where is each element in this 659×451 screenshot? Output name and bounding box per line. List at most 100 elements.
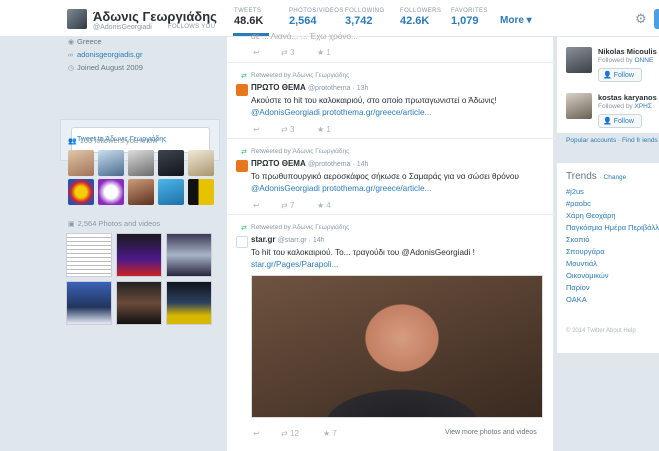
gear-icon[interactable]: ⚙ bbox=[635, 12, 649, 26]
photos-videos-heading[interactable]: ▣ 2,564 Photos and videos bbox=[68, 219, 160, 228]
reply-icon[interactable]: ↩ bbox=[253, 48, 260, 57]
follow-icon: 👤 bbox=[603, 72, 614, 79]
media-thumbnail[interactable] bbox=[166, 233, 212, 277]
suggested-user-name[interactable]: Nikolas Micoulis bbox=[598, 47, 657, 56]
retweet-count: 3 bbox=[289, 125, 295, 134]
trend-item[interactable]: Παρίον bbox=[566, 283, 590, 292]
follower-avatar[interactable] bbox=[68, 179, 94, 205]
tweet-author[interactable]: star.gr @starr.gr · 14h bbox=[251, 235, 325, 244]
footer-links[interactable]: © 2014 Twitter About Help bbox=[566, 328, 636, 334]
profile-name[interactable]: Άδωνις Γεωργιάδης bbox=[93, 9, 217, 24]
view-more-media-link[interactable]: View more photos and videos bbox=[445, 429, 537, 436]
trend-item[interactable]: Χάρη Θεοχάρη bbox=[566, 211, 616, 220]
profile-avatar[interactable] bbox=[67, 9, 87, 29]
follower-avatar[interactable] bbox=[158, 179, 184, 205]
trend-item[interactable]: Μουντιάλ bbox=[566, 259, 597, 268]
trend-item[interactable]: Σκοπιό bbox=[566, 235, 589, 244]
retweeted-by[interactable]: Retweeted by Άδωνις Γεωργιάδης bbox=[251, 224, 349, 231]
profile-handle[interactable]: @AdonisGeorgiadi bbox=[93, 24, 152, 31]
tweet-author[interactable]: ΠΡΩΤΟ ΘΕΜΑ @protothema · 14h bbox=[251, 159, 368, 168]
website[interactable]: ∞ adonisgeorgiadis.gr bbox=[68, 50, 142, 59]
favorite-button[interactable]: ★ 7 bbox=[323, 429, 337, 438]
trends-change-link[interactable]: · Change bbox=[600, 174, 627, 181]
follower-avatar[interactable] bbox=[188, 179, 214, 205]
popular-accounts-links[interactable]: Popular accounts · Find fr iends bbox=[566, 137, 658, 144]
tweet-text: Το πρωθυπουργικό αεροσκάφος σήκωσε ο Σαμ… bbox=[251, 172, 519, 181]
tweet-link[interactable]: @AdonisGeorgiadi protothema.gr/greece/ar… bbox=[251, 107, 551, 119]
follower-avatar[interactable] bbox=[158, 150, 184, 176]
tweet-item[interactable]: ⇄ Retweeted by Άδωνις Γεωργιάδης ΠΡΩΤΟ Θ… bbox=[227, 64, 555, 139]
retweet-count: 7 bbox=[289, 201, 295, 210]
followed-by-name[interactable]: ΧΡΗΣ bbox=[635, 103, 652, 110]
tweet-link[interactable]: star.gr/Pages/Parapoli... bbox=[251, 259, 551, 271]
tweet-avatar[interactable] bbox=[236, 236, 248, 248]
reply-icon[interactable]: ↩ bbox=[253, 125, 260, 134]
trend-item[interactable]: ΟΑΚΑ bbox=[566, 295, 587, 304]
trend-item[interactable]: Σπουργάρα bbox=[566, 247, 605, 256]
retweeted-by[interactable]: Retweeted by Άδωνις Γεωργιάδης bbox=[251, 148, 349, 155]
media-thumbnail[interactable] bbox=[116, 233, 162, 277]
tweet-author[interactable]: ΠΡΩΤΟ ΘΕΜΑ @protothema · 13h bbox=[251, 83, 368, 92]
tweet-photo[interactable] bbox=[251, 275, 543, 418]
author-name: star.gr bbox=[251, 235, 276, 244]
stat-tweets[interactable]: TWEETS 48.6K bbox=[234, 8, 263, 27]
tweet-avatar[interactable] bbox=[236, 84, 248, 96]
tweet-item[interactable]: σε ... Λιανά... ... Έχω χρόνο... ↩ ⇄ 3 ★… bbox=[227, 32, 555, 63]
retweet-button[interactable]: ⇄ 7 bbox=[281, 201, 294, 210]
profile-sidebar: ◉ Greece ∞ adonisgeorgiadis.gr ◷ Joined Aug… bbox=[60, 37, 220, 451]
retweeted-by[interactable]: Retweeted by Άδωνις Γεωργιάδης bbox=[251, 72, 349, 79]
stat-followers[interactable]: FOLLOWERS 42.6K bbox=[400, 8, 441, 27]
follower-avatar[interactable] bbox=[98, 150, 124, 176]
tweet-avatar[interactable] bbox=[236, 160, 248, 172]
followers-you-know-heading[interactable]: 👥 100 followers you know bbox=[68, 136, 158, 145]
reply-icon[interactable]: ↩ bbox=[253, 201, 260, 210]
stat-label: TWEETS bbox=[234, 8, 262, 14]
tweet-text: σε ... Λιανά... ... Έχω χρόνο... bbox=[251, 32, 358, 41]
stat-following[interactable]: FOLLOWING 3,742 bbox=[345, 8, 385, 27]
stat-value: 48.6K bbox=[234, 15, 264, 27]
tweet-item[interactable]: ⇄ Retweeted by Άδωνις Γεωργιάδης ΠΡΩΤΟ Θ… bbox=[227, 140, 555, 215]
follower-avatar[interactable] bbox=[128, 150, 154, 176]
tweet-item[interactable]: ⇄ Retweeted by Άδωνις Γεωργιάδης star.gr… bbox=[227, 216, 555, 451]
retweet-button[interactable]: ⇄ 12 bbox=[281, 429, 299, 438]
media-thumbnail[interactable] bbox=[116, 281, 162, 325]
follower-avatar[interactable] bbox=[128, 179, 154, 205]
more-dropdown[interactable]: More ▾ bbox=[500, 15, 532, 26]
follow-button[interactable]: 👤 Follow bbox=[598, 114, 642, 128]
followed-by-name[interactable]: ONNE bbox=[635, 57, 654, 64]
follower-avatar[interactable] bbox=[188, 150, 214, 176]
trend-item[interactable]: #ραοbc bbox=[566, 199, 591, 208]
stat-favorites[interactable]: FAVORITES 1,079 bbox=[451, 8, 488, 27]
favorite-count: 1 bbox=[326, 125, 331, 134]
retweet-button[interactable]: ⇄ 3 bbox=[281, 125, 294, 134]
favorite-button[interactable]: ★ 1 bbox=[317, 125, 331, 134]
follow-button[interactable] bbox=[654, 9, 659, 29]
media-thumbnail[interactable] bbox=[166, 281, 212, 325]
who-to-follow-box: Nikolas Micoulis Followed by ONNE 👤 Foll… bbox=[557, 37, 659, 133]
tweet-link[interactable]: @AdonisGeorgiadi protothema.gr/greece/ar… bbox=[251, 183, 551, 195]
media-thumbnail[interactable] bbox=[66, 281, 112, 325]
follow-label: Follow bbox=[613, 118, 634, 125]
trends-box: Trends · Change #j2us #ραοbc Χάρη Θεοχάρ… bbox=[557, 163, 659, 353]
follower-avatar[interactable] bbox=[68, 150, 94, 176]
retweet-button[interactable]: ⇄ 3 bbox=[281, 48, 294, 57]
calendar-icon: ◷ bbox=[68, 65, 75, 72]
reply-icon[interactable]: ↩ bbox=[253, 429, 260, 438]
suggested-user-name[interactable]: kostas karyanos bbox=[598, 93, 657, 102]
trend-item[interactable]: Οικονομικών bbox=[566, 271, 609, 280]
media-thumbnail[interactable] bbox=[66, 233, 112, 277]
stat-label: FAVORITES bbox=[451, 8, 488, 14]
favorite-button[interactable]: ★ 1 bbox=[317, 48, 331, 57]
favorite-button[interactable]: ★ 4 bbox=[317, 201, 331, 210]
tweet-text: Το hit του καλοκαιριού. Το... τραγούδι τ… bbox=[251, 248, 475, 257]
suggested-user-avatar[interactable] bbox=[566, 93, 592, 119]
suggested-user-context: Followed by ONNE bbox=[598, 57, 653, 64]
suggested-user-avatar[interactable] bbox=[566, 47, 592, 73]
website-link[interactable]: adonisgeorgiadis.gr bbox=[77, 50, 142, 59]
stat-photos-videos[interactable]: PHOTOS/VIDEOS 2,564 bbox=[289, 8, 344, 27]
author-handle: @starr.gr · 14h bbox=[277, 237, 325, 244]
follow-button[interactable]: 👤 Follow bbox=[598, 68, 642, 82]
trend-item[interactable]: #j2us bbox=[566, 187, 584, 196]
follower-avatar[interactable] bbox=[98, 179, 124, 205]
trend-item[interactable]: Παγκόσμια Ημέρα Περιβάλλ bbox=[566, 223, 659, 232]
